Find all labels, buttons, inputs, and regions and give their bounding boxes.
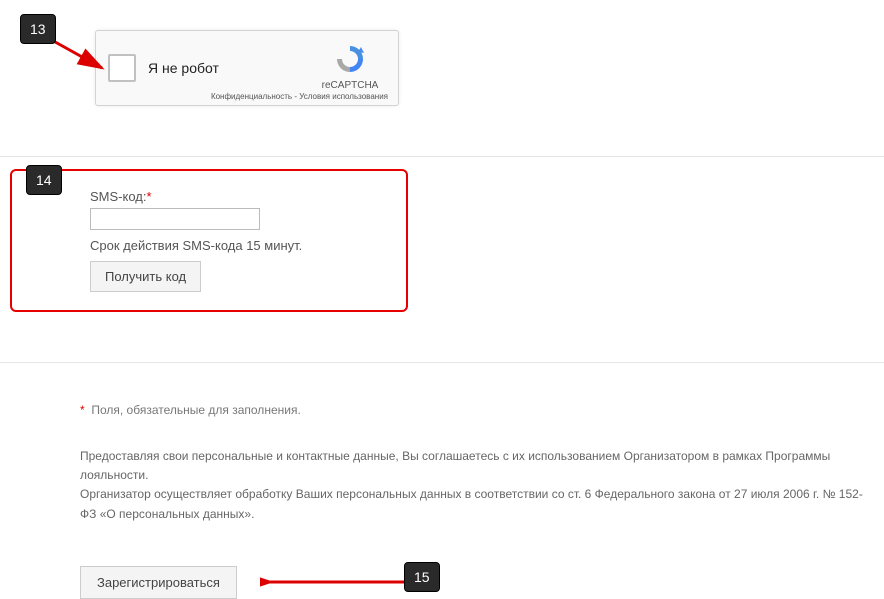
recaptcha-section: Я не робот reCAPTCHA Конфиденциальность … (0, 0, 884, 157)
footer-section: * Поля, обязательные для заполнения. Пре… (0, 363, 884, 599)
recaptcha-branding: reCAPTCHA (314, 43, 386, 93)
sms-highlight-frame: SMS-код:* Срок действия SMS-кода 15 мину… (10, 169, 408, 312)
recaptcha-terms-link[interactable]: Условия использования (299, 92, 388, 101)
get-code-button[interactable]: Получить код (90, 261, 201, 292)
recaptcha-brand-text: reCAPTCHA (314, 80, 386, 92)
required-asterisk: * (146, 189, 151, 204)
annotation-badge-14: 14 (26, 165, 62, 195)
sms-code-input[interactable] (90, 208, 260, 230)
register-button[interactable]: Зарегистрироваться (80, 566, 237, 599)
legal-text: Предоставляя свои персональные и контакт… (80, 447, 864, 524)
recaptcha-label: Я не робот (148, 60, 314, 76)
recaptcha-privacy-link[interactable]: Конфиденциальность (211, 92, 292, 101)
recaptcha-links: Конфиденциальность - Условия использован… (211, 92, 388, 101)
annotation-badge-15: 15 (404, 562, 440, 592)
legal-paragraph-2: Организатор осуществляет обработку Ваших… (80, 485, 864, 523)
legal-paragraph-1: Предоставляя свои персональные и контакт… (80, 447, 864, 485)
sms-section: SMS-код:* Срок действия SMS-кода 15 мину… (0, 157, 884, 363)
recaptcha-icon (334, 43, 366, 75)
sms-hint: Срок действия SMS-кода 15 минут. (90, 238, 388, 253)
annotation-badge-13: 13 (20, 14, 56, 44)
sms-code-label: SMS-код:* (90, 189, 388, 204)
annotation-arrow-15 (260, 572, 410, 592)
recaptcha-widget: Я не робот reCAPTCHA Конфиденциальность … (95, 30, 399, 106)
required-fields-note: * Поля, обязательные для заполнения. (80, 403, 864, 417)
